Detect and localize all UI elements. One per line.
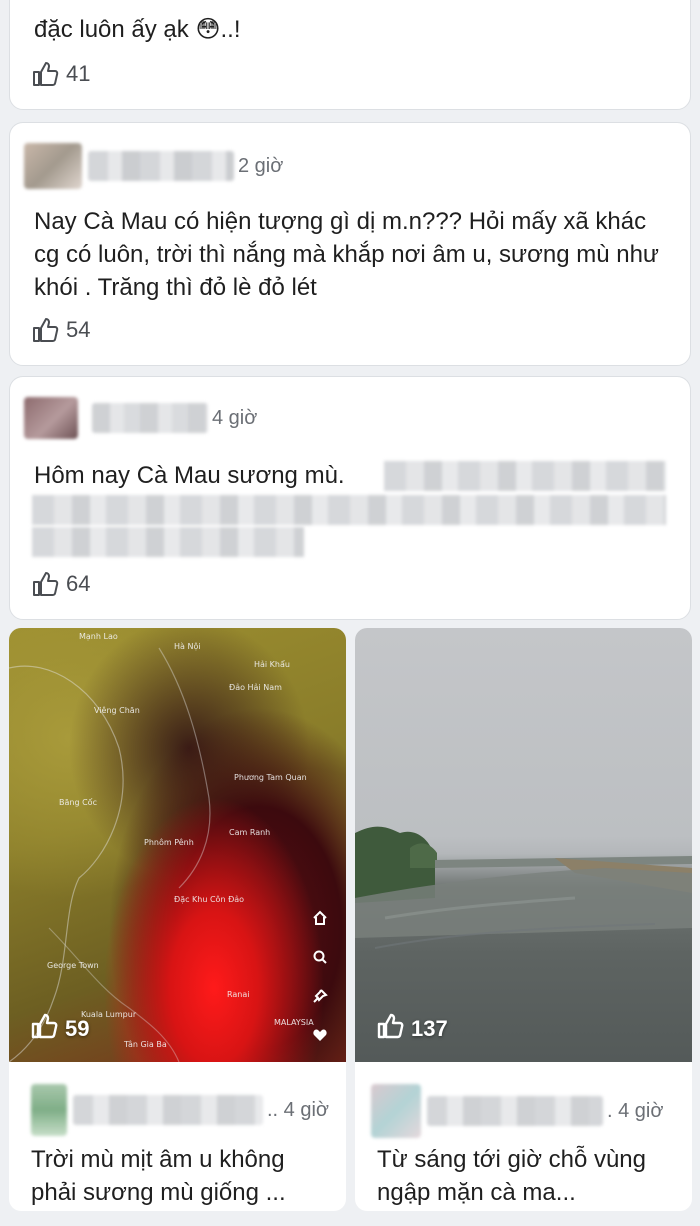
heart-icon[interactable] bbox=[312, 1027, 328, 1048]
avatar[interactable] bbox=[24, 143, 82, 189]
map-label: Đặc Khu Côn Đảo bbox=[174, 895, 245, 904]
map-label: Phnôm Pênh bbox=[144, 838, 194, 847]
map-label: Ranai bbox=[227, 990, 250, 999]
avatar[interactable] bbox=[371, 1084, 421, 1138]
map-label: George Town bbox=[47, 961, 99, 970]
thumbs-up-icon bbox=[377, 1013, 405, 1045]
blurred-text bbox=[32, 495, 666, 525]
like-count: 41 bbox=[66, 61, 91, 86]
map-label: Tân Gia Ba bbox=[124, 1040, 167, 1049]
photo-scenery bbox=[355, 826, 692, 949]
map-label: Đảo Hải Nam bbox=[229, 683, 282, 692]
post-time[interactable]: 2 giờ bbox=[238, 155, 283, 178]
author-name[interactable] bbox=[92, 403, 208, 433]
post-card: 2 giờ Nay Cà Mau có hiện tượng gì dị m.n… bbox=[9, 122, 691, 366]
post-card: đặc luôn ấy ạk 😳..! 41 bbox=[9, 0, 691, 110]
like-count: 137 bbox=[411, 1016, 448, 1041]
post-text: Từ sáng tới giờ chỗ vùng ngập mặn cà ma.… bbox=[377, 1146, 647, 1206]
post-card: 4 giờ Hôm nay Cà Mau sương mù. 64 bbox=[9, 376, 691, 620]
post-time[interactable]: 4 giờ bbox=[212, 407, 257, 430]
map-label: Mạnh Lao bbox=[79, 632, 118, 641]
post-author[interactable]: 4 giờ bbox=[24, 397, 257, 439]
map-label: Băng Cốc bbox=[59, 798, 97, 807]
like-button[interactable]: 64 bbox=[32, 571, 90, 597]
like-count: 64 bbox=[66, 571, 91, 596]
post-text: Nay Cà Mau có hiện tượng gì dị m.n??? Hỏ… bbox=[34, 208, 659, 301]
map-label: Viêng Chăn bbox=[94, 706, 140, 715]
author-name[interactable] bbox=[73, 1095, 263, 1125]
thumbs-up-icon bbox=[32, 571, 60, 597]
like-button[interactable]: 41 bbox=[32, 61, 90, 87]
post-author[interactable]: 2 giờ bbox=[24, 143, 283, 189]
author-name[interactable] bbox=[427, 1096, 603, 1126]
author-name[interactable] bbox=[88, 151, 234, 181]
post-time[interactable]: . 4 giờ bbox=[607, 1100, 664, 1123]
thumbs-up-icon bbox=[32, 61, 60, 87]
post-text: Trời mù mịt âm u không phải sương mù giố… bbox=[31, 1146, 286, 1206]
map-label: MALAYSIA bbox=[274, 1018, 314, 1027]
thumbs-up-icon bbox=[31, 1013, 59, 1045]
flushed-emoji: 😳 bbox=[195, 16, 221, 43]
home-icon[interactable] bbox=[312, 910, 328, 931]
map-label: Cam Ranh bbox=[229, 828, 271, 837]
map-label: Hải Khẩu bbox=[254, 660, 290, 669]
pin-icon[interactable] bbox=[312, 988, 328, 1009]
thumbs-up-icon bbox=[32, 317, 60, 343]
weather-map-image[interactable]: Mạnh Lao Hà Nội Hải Khẩu Đảo Hải Nam Viê… bbox=[9, 628, 346, 1062]
post-text: đặc luôn ấy ạk 😳..! bbox=[34, 16, 241, 43]
blurred-text bbox=[32, 527, 304, 557]
like-count: 59 bbox=[65, 1016, 90, 1041]
foggy-field-photo[interactable] bbox=[355, 628, 692, 1062]
avatar[interactable] bbox=[24, 397, 78, 439]
post-time[interactable]: .. 4 giờ bbox=[267, 1099, 329, 1122]
post-author[interactable]: .. 4 giờ bbox=[31, 1084, 329, 1136]
map-label: Hà Nội bbox=[174, 642, 201, 651]
blurred-text bbox=[384, 461, 666, 491]
like-count: 54 bbox=[66, 317, 91, 342]
search-icon[interactable] bbox=[312, 949, 328, 970]
avatar[interactable] bbox=[31, 1084, 67, 1136]
like-button[interactable]: 59 bbox=[31, 1013, 89, 1045]
like-button[interactable]: 54 bbox=[32, 317, 90, 343]
video-tile[interactable]: Mạnh Lao Hà Nội Hải Khẩu Đảo Hải Nam Viê… bbox=[9, 628, 346, 1211]
map-toolbar bbox=[312, 910, 328, 1048]
video-tile[interactable]: 137 . 4 giờ Từ sáng tới giờ chỗ vùng ngậ… bbox=[355, 628, 692, 1211]
post-author[interactable]: . 4 giờ bbox=[371, 1084, 664, 1138]
map-label: Phương Tam Quan bbox=[234, 773, 307, 782]
like-button[interactable]: 137 bbox=[377, 1013, 448, 1045]
